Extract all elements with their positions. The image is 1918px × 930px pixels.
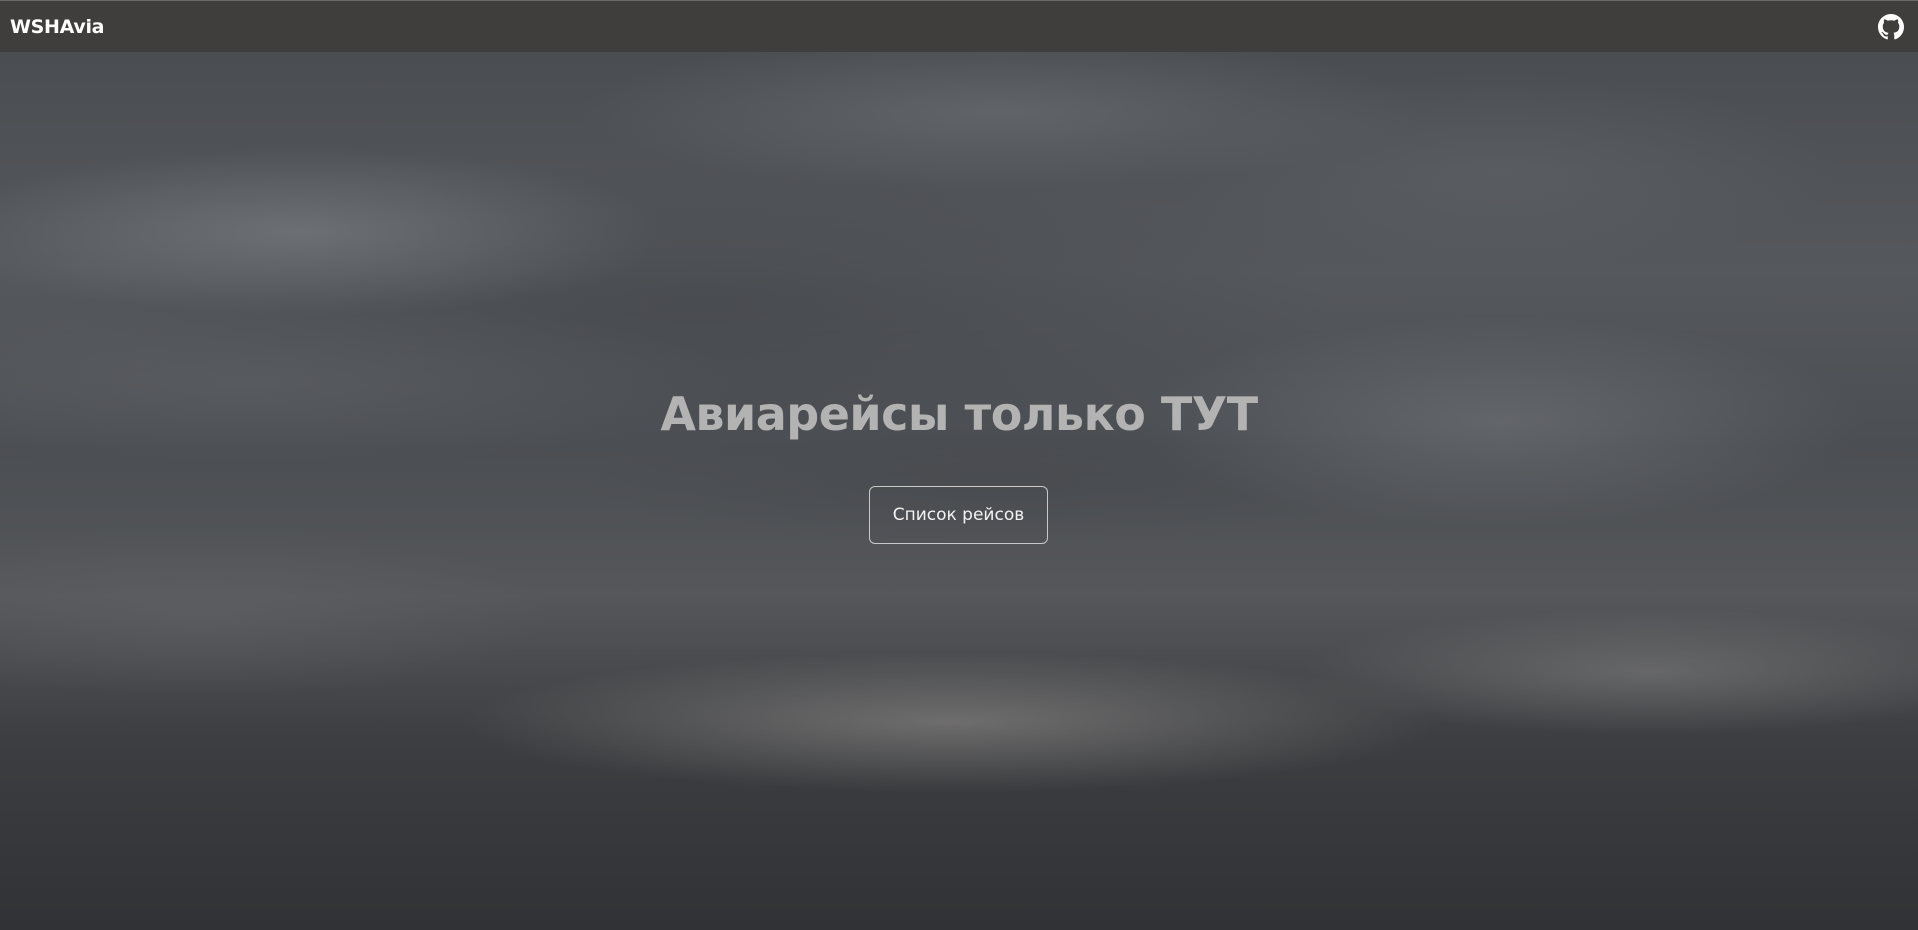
github-link[interactable] <box>1876 12 1906 42</box>
flights-list-button[interactable]: Список рейсов <box>869 486 1048 544</box>
brand-logo-link[interactable]: WSHAvia <box>10 16 105 38</box>
hero-title: Авиарейсы только ТУТ <box>660 387 1258 441</box>
top-navbar: WSHAvia <box>0 0 1918 52</box>
hero-content: Авиарейсы только ТУТ Список рейсов <box>0 52 1918 930</box>
github-icon <box>1878 13 1904 39</box>
hero-section: Авиарейсы только ТУТ Список рейсов <box>0 52 1918 930</box>
